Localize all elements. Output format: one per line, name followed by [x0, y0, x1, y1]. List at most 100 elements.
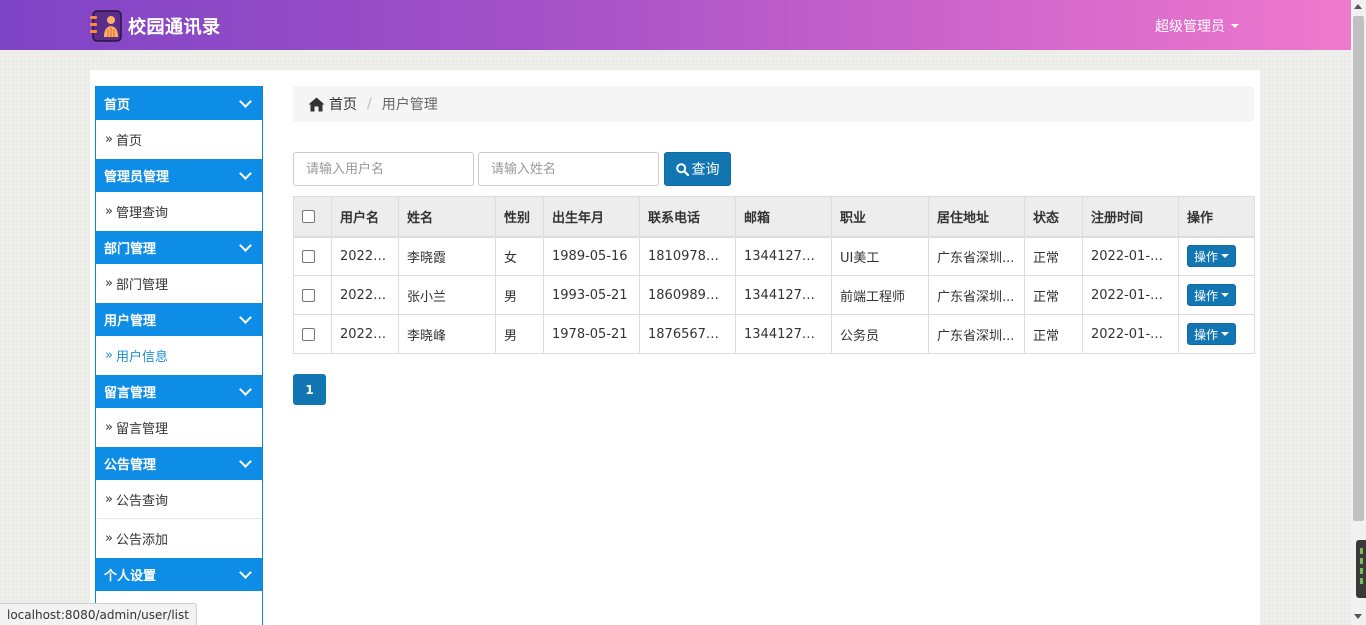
sidebar-group-notice[interactable]: 公告管理 — [96, 447, 262, 480]
chevron-down-icon — [239, 94, 252, 108]
sidebar-group-department[interactable]: 部门管理 — [96, 231, 262, 264]
sidebar-item-admin-query[interactable]: » 管理查询 — [96, 192, 262, 231]
scroll-down-arrow-icon[interactable] — [1354, 614, 1362, 619]
user-menu-dropdown[interactable]: 超级管理员 — [1155, 16, 1239, 36]
chevron-down-icon — [239, 238, 252, 252]
column-header-username[interactable]: 用户名 — [331, 196, 399, 238]
sidebar-group-title: 公告管理 — [104, 458, 157, 473]
cell-registered: 2022-01-15... — [1082, 314, 1179, 354]
cell-status: 正常 — [1024, 236, 1083, 276]
sidebar-item-label: 部门管理 — [115, 278, 168, 293]
cell-action: 操作 — [1178, 236, 1255, 276]
chevron-down-icon — [239, 565, 252, 579]
row-action-dropdown[interactable]: 操作 — [1187, 323, 1237, 345]
sidebar-group-title: 用户管理 — [104, 314, 157, 329]
cell-name: 李晓峰 — [398, 314, 496, 354]
cell-birth: 1993-05-21 — [543, 275, 640, 315]
sidebar-group-admin[interactable]: 管理员管理 — [96, 159, 262, 192]
double-chevron-right-icon: » — [105, 132, 113, 147]
sidebar-item-user-info[interactable]: » 用户信息 — [96, 336, 262, 375]
chevron-down-icon — [239, 166, 252, 180]
column-header-action: 操作 — [1178, 196, 1255, 238]
table-header-row: 用户名 姓名 性别 出生年月 联系电话 邮箱 职业 居住地址 状态 注册时间 操… — [293, 196, 1255, 238]
cell-username: 2022002 — [331, 236, 399, 276]
cell-name: 李晓霞 — [398, 236, 496, 276]
cell-action: 操作 — [1178, 275, 1255, 315]
cell-phone: 18109789091 — [639, 236, 736, 276]
row-checkbox[interactable] — [302, 288, 315, 302]
table-row: 2022003 李晓峰 男 1978-05-21 18765679911 134… — [293, 314, 1255, 354]
sidebar-item-label: 管理查询 — [115, 206, 168, 221]
row-checkbox[interactable] — [302, 249, 315, 263]
table-row: 2022001 张小兰 男 1993-05-21 18609890122 134… — [293, 275, 1255, 315]
caret-down-icon — [1231, 24, 1239, 28]
edge-widget[interactable] — [1356, 540, 1366, 598]
sidebar-group-personal[interactable]: 个人设置 — [96, 558, 262, 591]
vertical-scrollbar[interactable] — [1351, 0, 1366, 625]
cell-phone: 18765679911 — [639, 314, 736, 354]
caret-down-icon — [1221, 254, 1230, 259]
cell-name: 张小兰 — [398, 275, 496, 315]
column-header-gender[interactable]: 性别 — [495, 196, 544, 238]
column-header-name[interactable]: 姓名 — [398, 196, 496, 238]
sidebar-item-label: 首页 — [115, 134, 142, 149]
column-header-email[interactable]: 邮箱 — [735, 196, 832, 238]
row-action-label: 操作 — [1194, 327, 1219, 342]
row-checkbox[interactable] — [302, 327, 315, 341]
column-header-birth[interactable]: 出生年月 — [543, 196, 640, 238]
sidebar-item-label: 用户信息 — [115, 350, 168, 365]
chevron-down-icon — [239, 454, 252, 468]
cell-address: 广东省深圳... — [928, 236, 1025, 276]
breadcrumb-home[interactable]: 首页 — [308, 94, 357, 114]
scroll-up-arrow-icon[interactable] — [1354, 4, 1362, 9]
sidebar-item-department[interactable]: » 部门管理 — [96, 264, 262, 303]
caret-down-icon — [1221, 332, 1230, 336]
double-chevron-right-icon: » — [105, 531, 113, 546]
column-header-registered[interactable]: 注册时间 — [1082, 196, 1179, 238]
cell-email: 134412718... — [735, 314, 832, 354]
cell-address: 广东省深圳... — [928, 275, 1025, 315]
cell-gender: 女 — [495, 236, 544, 276]
row-select-cell — [293, 236, 332, 276]
browser-status-bar: localhost:8080/admin/user/list — [0, 603, 197, 625]
row-action-label: 操作 — [1194, 249, 1219, 264]
cell-registered: 2022-01-15... — [1082, 236, 1179, 276]
double-chevron-right-icon: » — [105, 276, 113, 291]
sidebar-item-message[interactable]: » 留言管理 — [96, 408, 262, 447]
top-navbar: 校园通讯录 超级管理员 — [0, 0, 1351, 50]
user-table: 用户名 姓名 性别 出生年月 联系电话 邮箱 职业 居住地址 状态 注册时间 操… — [293, 196, 1255, 354]
column-header-address[interactable]: 居住地址 — [928, 196, 1025, 238]
column-header-phone[interactable]: 联系电话 — [639, 196, 736, 238]
sidebar-item-notice-add[interactable]: » 公告添加 — [96, 519, 262, 558]
sidebar-group-message[interactable]: 留言管理 — [96, 375, 262, 408]
sidebar-item-label: 留言管理 — [115, 422, 168, 437]
cell-gender: 男 — [495, 314, 544, 354]
cell-birth: 1978-05-21 — [543, 314, 640, 354]
column-header-status[interactable]: 状态 — [1024, 196, 1083, 238]
sidebar-item-notice-query[interactable]: » 公告查询 — [96, 480, 262, 519]
sidebar-group-title: 留言管理 — [104, 386, 157, 401]
query-button[interactable]: 查询 — [664, 152, 731, 186]
row-action-dropdown[interactable]: 操作 — [1187, 245, 1237, 268]
username-search-input[interactable] — [293, 152, 474, 186]
scrollbar-thumb[interactable] — [1353, 16, 1364, 521]
breadcrumb-separator: / — [367, 96, 372, 112]
sidebar-group-title: 个人设置 — [104, 569, 157, 584]
sidebar-group-user[interactable]: 用户管理 — [96, 303, 262, 336]
double-chevron-right-icon: » — [105, 491, 113, 507]
name-search-input[interactable] — [478, 152, 659, 186]
search-icon — [675, 162, 689, 176]
sidebar: 首页 » 首页 管理员管理 » 管理查询 部门管理 » 部门管理 用户管理 » … — [95, 86, 263, 625]
select-all-checkbox[interactable] — [302, 209, 315, 223]
pagination-page-1[interactable]: 1 — [293, 374, 326, 405]
double-chevron-right-icon: » — [105, 420, 113, 435]
column-header-job[interactable]: 职业 — [831, 196, 929, 238]
sidebar-group-home[interactable]: 首页 — [96, 87, 262, 120]
row-action-dropdown[interactable]: 操作 — [1187, 284, 1237, 306]
logo-icon — [90, 10, 122, 42]
double-chevron-right-icon: » — [105, 204, 113, 219]
row-action-label: 操作 — [1194, 288, 1219, 303]
cell-job: UI美工 — [831, 236, 929, 276]
cell-status: 正常 — [1024, 314, 1083, 354]
sidebar-item-home[interactable]: » 首页 — [96, 120, 262, 159]
